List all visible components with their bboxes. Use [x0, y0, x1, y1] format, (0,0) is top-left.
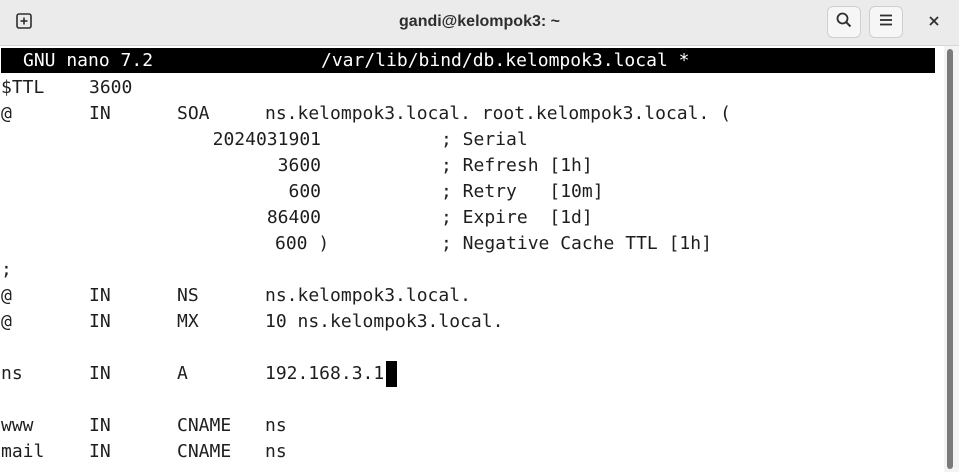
terminal-area[interactable]: GNU nano 7.2 /var/lib/bind/db.kelompok3.…	[0, 46, 944, 472]
soa-comment: ; Refresh [1h]	[441, 155, 593, 176]
title-bar: gandi@kelompok3: ~	[0, 0, 959, 46]
plus-box-icon	[15, 12, 33, 35]
comment-separator: ;	[1, 259, 12, 280]
soa-retry-line: 600 ; Retry [10m]	[1, 179, 603, 205]
soa-data: ns.kelompok3.local. root.kelompok3.local…	[265, 103, 731, 124]
soa-comment: ; Expire [1d]	[441, 207, 593, 228]
record-class: IN	[89, 363, 111, 384]
record-line-mx: @ IN MX 10 ns.kelompok3.local.	[1, 309, 503, 335]
record-data: 192.168.3.1	[265, 363, 385, 384]
soa-comment: ; Serial	[441, 129, 528, 150]
soa-value: 2024031901	[212, 129, 321, 150]
record-class: IN	[89, 311, 111, 332]
record-line-ns: @ IN NS ns.kelompok3.local.	[1, 283, 471, 309]
record-class: IN	[89, 103, 111, 124]
record-type: SOA	[177, 103, 210, 124]
search-icon	[835, 11, 853, 34]
close-icon	[927, 14, 941, 33]
soa-comment: ; Retry [10m]	[441, 181, 604, 202]
terminal-window: gandi@kelompok3: ~ GNU nano 7.2 /var/lib…	[0, 0, 959, 472]
record-data: 10 ns.kelompok3.local.	[265, 311, 504, 332]
scrollbar-thumb[interactable]	[947, 49, 953, 469]
record-type: CNAME	[177, 415, 232, 436]
soa-negative-ttl-line: 600 ) ; Negative Cache TTL [1h]	[1, 231, 712, 257]
ttl-line: $TTL 3600	[1, 75, 132, 101]
record-name: @	[1, 103, 12, 124]
new-tab-button[interactable]	[7, 7, 41, 39]
record-name: www	[1, 415, 34, 436]
comment-separator-line: ;	[1, 257, 66, 283]
record-name: @	[1, 285, 12, 306]
soa-expire-line: 86400 ; Expire [1d]	[1, 205, 593, 231]
close-button[interactable]	[917, 7, 951, 39]
record-name: ns	[1, 363, 23, 384]
record-name: @	[1, 311, 12, 332]
record-line-a: ns IN A 192.168.3.1	[1, 361, 397, 387]
nano-version-label: GNU nano 7.2	[23, 50, 154, 71]
record-name: mail	[1, 441, 45, 462]
nano-header-bar: GNU nano 7.2 /var/lib/bind/db.kelompok3.…	[1, 48, 935, 73]
record-line-www: www IN CNAME ns	[1, 413, 287, 439]
record-data: ns	[265, 415, 287, 436]
menu-button[interactable]	[869, 6, 903, 38]
soa-line: @ IN SOA ns.kelompok3.local. root.kelomp…	[1, 101, 731, 127]
soa-refresh-line: 3600 ; Refresh [1h]	[1, 153, 593, 179]
record-data: ns	[265, 441, 287, 462]
ttl-directive: $TTL	[1, 77, 45, 98]
record-class: IN	[89, 415, 111, 436]
soa-value: 86400	[266, 207, 321, 228]
soa-value: 600 )	[275, 233, 330, 254]
soa-comment: ; Negative Cache TTL [1h]	[441, 233, 712, 254]
record-type: A	[177, 363, 188, 384]
ttl-value: 3600	[89, 77, 133, 98]
search-button[interactable]	[827, 6, 861, 38]
record-data: ns.kelompok3.local.	[265, 285, 471, 306]
soa-value: 3600	[277, 155, 321, 176]
record-type: CNAME	[177, 441, 232, 462]
soa-value: 600	[288, 181, 321, 202]
text-cursor	[386, 361, 397, 387]
record-type: MX	[177, 311, 199, 332]
record-type: NS	[177, 285, 199, 306]
record-class: IN	[89, 285, 111, 306]
hamburger-menu-icon	[877, 11, 895, 34]
record-class: IN	[89, 441, 111, 462]
window-title: gandi@kelompok3: ~	[399, 13, 560, 30]
soa-serial-line: 2024031901 ; Serial	[1, 127, 528, 153]
nano-filename-label: /var/lib/bind/db.kelompok3.local *	[321, 50, 690, 71]
scrollbar[interactable]	[944, 46, 959, 472]
record-line-mail: mail IN CNAME ns	[1, 439, 287, 465]
